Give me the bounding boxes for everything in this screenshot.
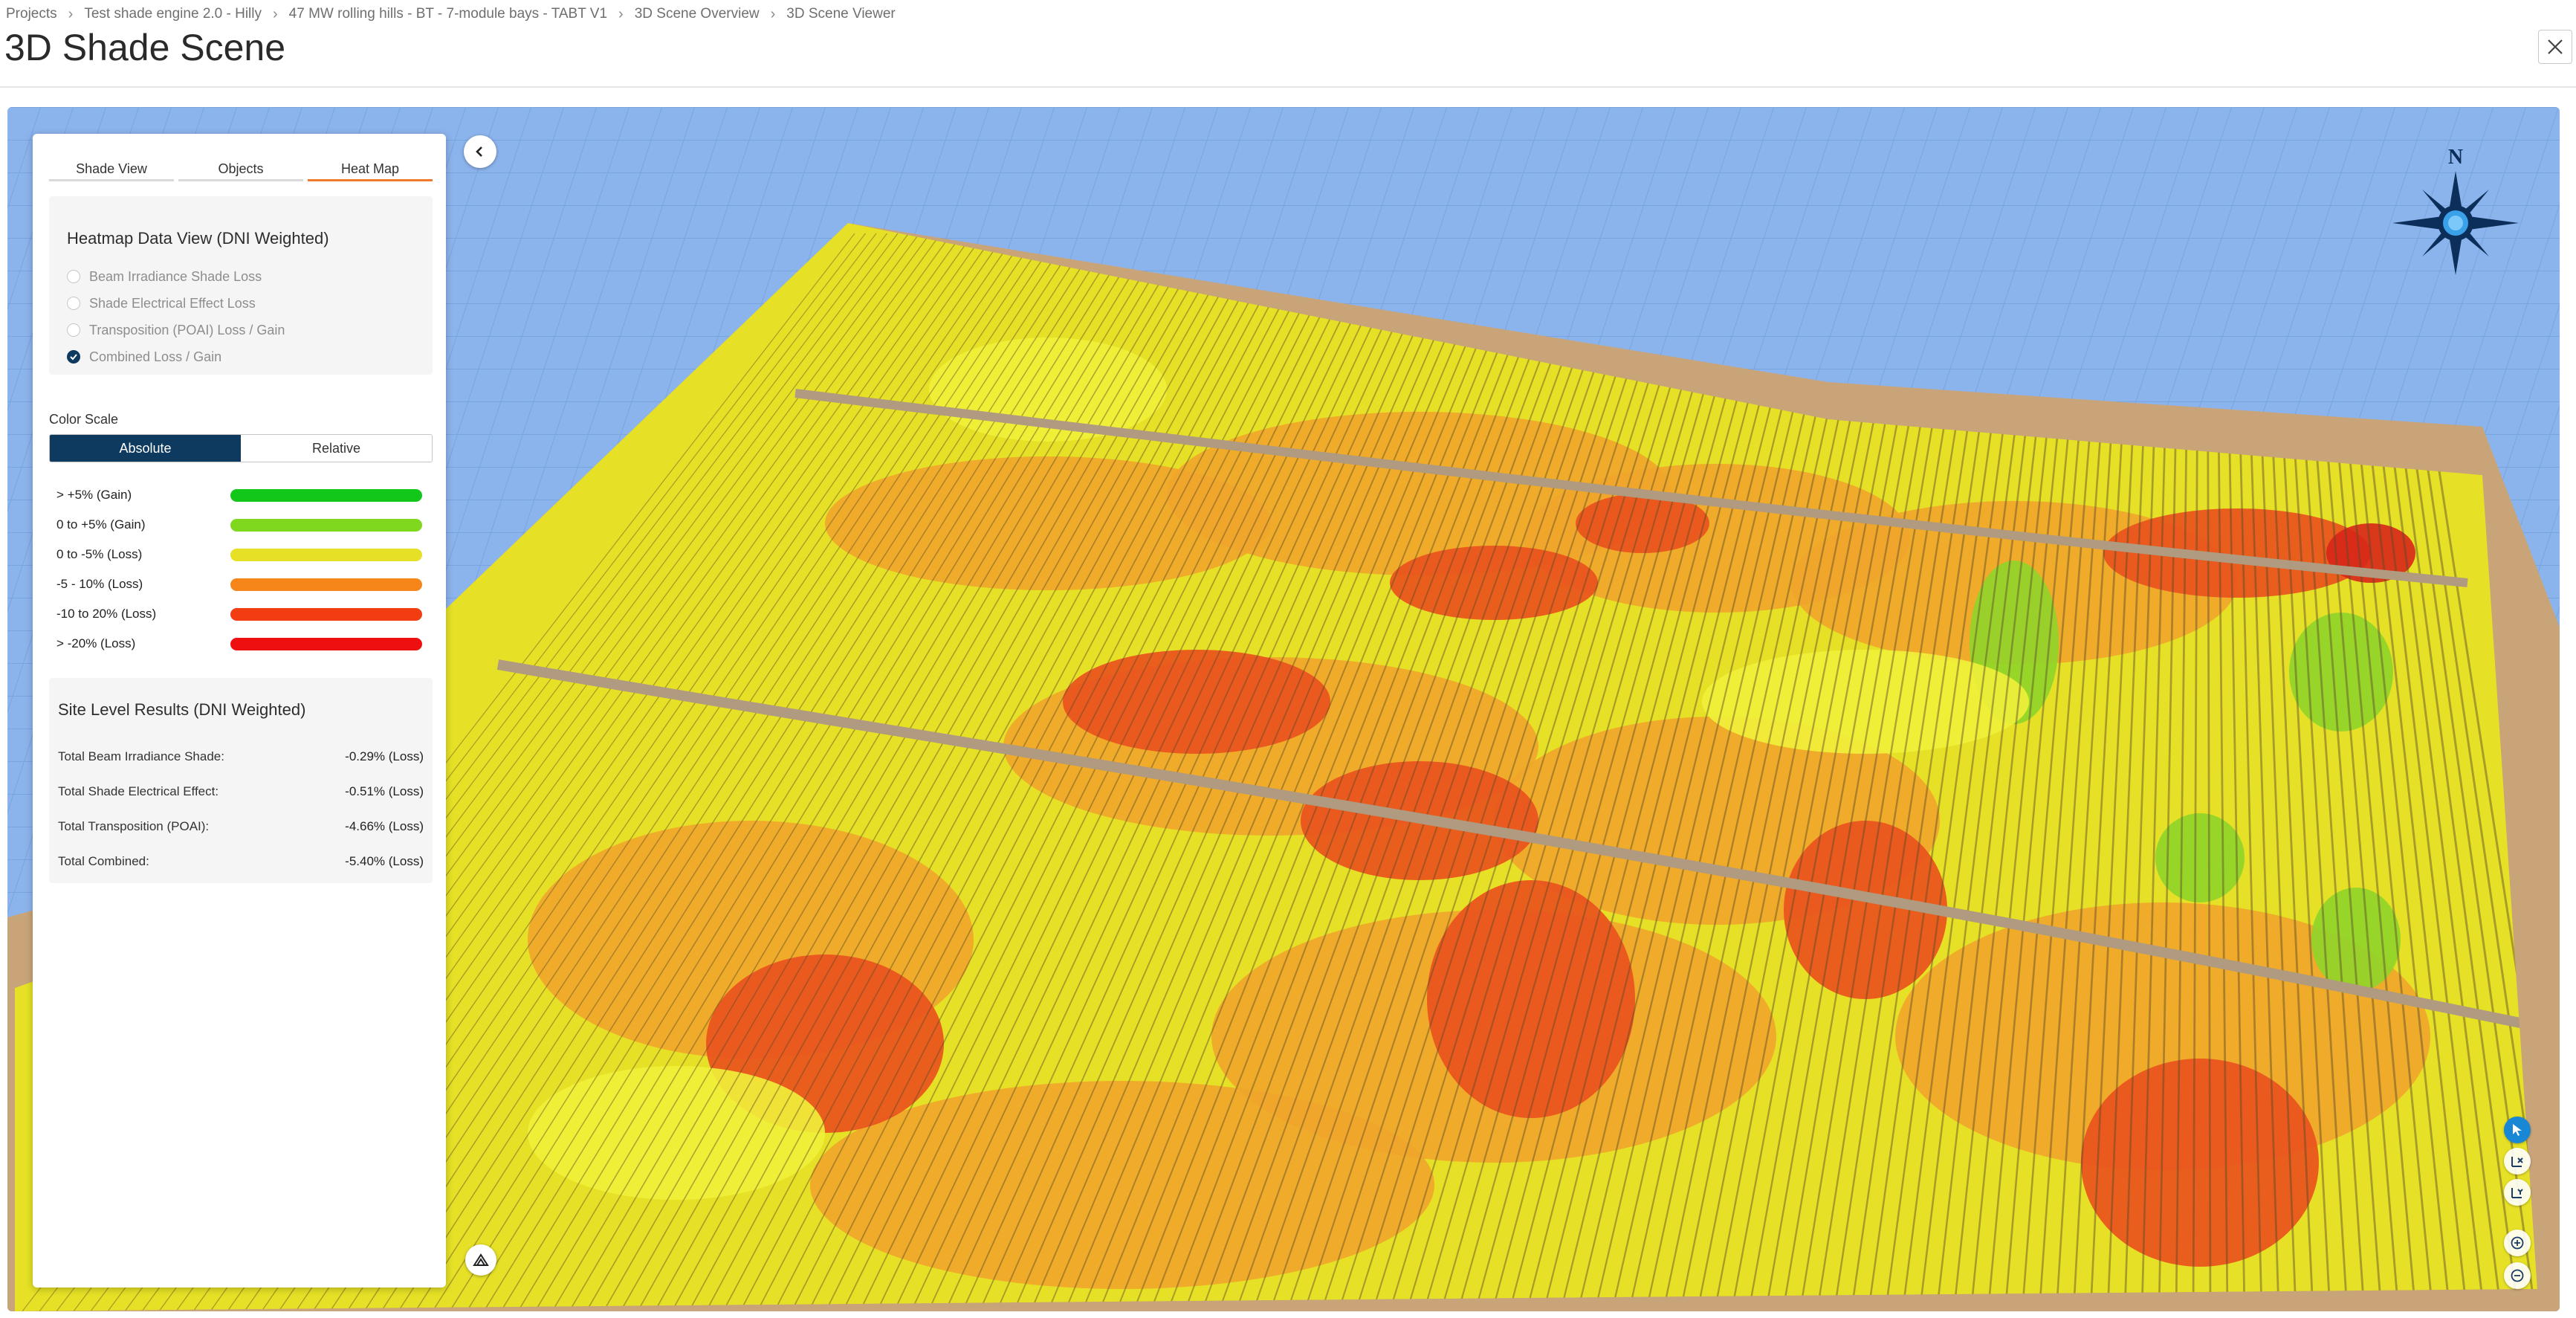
chevron-left-icon	[476, 146, 482, 157]
pointer-select-icon	[2513, 1124, 2522, 1136]
collapse-panel-button[interactable]	[464, 135, 496, 168]
option-combined[interactable]: Combined Loss / Gain	[67, 346, 221, 367]
legend-swatch	[230, 518, 422, 532]
close-icon	[2548, 39, 2563, 54]
chevron-right-icon: ›	[618, 5, 624, 22]
scale-relative-button[interactable]: Relative	[241, 435, 432, 462]
result-row: Total Combined: -5.40% (Loss)	[58, 854, 424, 868]
zoom-in-button[interactable]	[2504, 1230, 2531, 1256]
breadcrumb-project[interactable]: Test shade engine 2.0 - Hilly	[84, 6, 262, 22]
option-label: Combined Loss / Gain	[89, 349, 222, 364]
view-cube-button[interactable]	[465, 1244, 496, 1276]
breadcrumb-projects[interactable]: Projects	[6, 6, 57, 22]
page-title: 3D Shade Scene	[4, 27, 286, 68]
axis-y-icon	[2511, 1188, 2523, 1198]
option-label: Shade Electrical Effect Loss	[89, 295, 256, 311]
option-beam-irradiance[interactable]: Beam Irradiance Shade Loss	[67, 266, 262, 287]
option-transposition[interactable]: Transposition (POAI) Loss / Gain	[67, 320, 285, 340]
radio-icon	[67, 323, 80, 337]
chevron-right-icon: ›	[770, 5, 776, 22]
chevron-right-icon: ›	[68, 5, 74, 22]
result-row: Total Beam Irradiance Shade: -0.29% (Los…	[58, 749, 424, 763]
legend-item: 0 to +5% (Gain)	[56, 517, 424, 532]
view-cube-icon	[473, 1253, 489, 1266]
legend-item: > +5% (Gain)	[56, 488, 424, 503]
compass-north-label: N	[2448, 146, 2463, 169]
compass[interactable]: N	[2387, 141, 2521, 290]
legend-item: 0 to -5% (Loss)	[56, 547, 424, 562]
breadcrumb-design[interactable]: 47 MW rolling hills - BT - 7-module bays…	[289, 6, 607, 22]
heat-patch	[810, 1081, 1434, 1289]
zoom-out-icon	[2511, 1269, 2524, 1282]
measure-x-button[interactable]	[2504, 1148, 2531, 1175]
color-scale-toggle: Absolute Relative	[49, 434, 433, 462]
legend-swatch	[230, 548, 422, 561]
legend-item: > -20% (Loss)	[56, 636, 424, 651]
legend-item: -5 - 10% (Loss)	[56, 577, 424, 592]
chevron-right-icon: ›	[273, 5, 278, 22]
measure-y-button[interactable]	[2504, 1179, 2531, 1206]
radio-checked-icon	[67, 350, 80, 364]
heatmap-panel: Shade View Objects Heat Map Heatmap Data…	[33, 134, 446, 1288]
legend-item: -10 to 20% (Loss)	[56, 607, 424, 621]
scale-absolute-button[interactable]: Absolute	[50, 435, 241, 462]
compass-icon: N	[2392, 146, 2519, 275]
site-results-title: Site Level Results (DNI Weighted)	[58, 700, 306, 719]
breadcrumb-scene-overview[interactable]: 3D Scene Overview	[635, 6, 760, 22]
tab-heat-map[interactable]: Heat Map	[308, 158, 433, 181]
axis-x-icon	[2511, 1157, 2523, 1167]
legend-swatch	[230, 488, 422, 502]
heatmap-data-view-title: Heatmap Data View (DNI Weighted)	[67, 229, 329, 248]
zoom-in-icon	[2511, 1236, 2524, 1250]
option-label: Beam Irradiance Shade Loss	[89, 268, 262, 284]
breadcrumb: Projects › Test shade engine 2.0 - Hilly…	[6, 4, 896, 24]
color-scale-label: Color Scale	[49, 412, 119, 427]
radio-icon	[67, 297, 80, 310]
close-button[interactable]	[2538, 30, 2572, 64]
select-tool-button[interactable]	[2504, 1117, 2531, 1143]
heatmap-data-view-card: Heatmap Data View (DNI Weighted) Beam Ir…	[49, 196, 433, 375]
tab-shade-view[interactable]: Shade View	[49, 158, 174, 181]
option-shade-electrical[interactable]: Shade Electrical Effect Loss	[67, 293, 256, 314]
radio-icon	[67, 270, 80, 283]
legend-swatch	[230, 578, 422, 591]
tab-objects[interactable]: Objects	[178, 158, 303, 181]
zoom-out-button[interactable]	[2504, 1262, 2531, 1289]
panel-tabs: Shade View Objects Heat Map	[49, 158, 433, 181]
option-label: Transposition (POAI) Loss / Gain	[89, 322, 285, 337]
breadcrumb-scene-viewer[interactable]: 3D Scene Viewer	[786, 6, 895, 22]
legend-swatch	[230, 637, 422, 650]
result-row: Total Transposition (POAI): -4.66% (Loss…	[58, 819, 424, 833]
legend-swatch	[230, 607, 422, 621]
header-divider	[0, 86, 2576, 88]
site-results-card: Site Level Results (DNI Weighted) Total …	[49, 678, 433, 883]
result-row: Total Shade Electrical Effect: -0.51% (L…	[58, 784, 424, 798]
